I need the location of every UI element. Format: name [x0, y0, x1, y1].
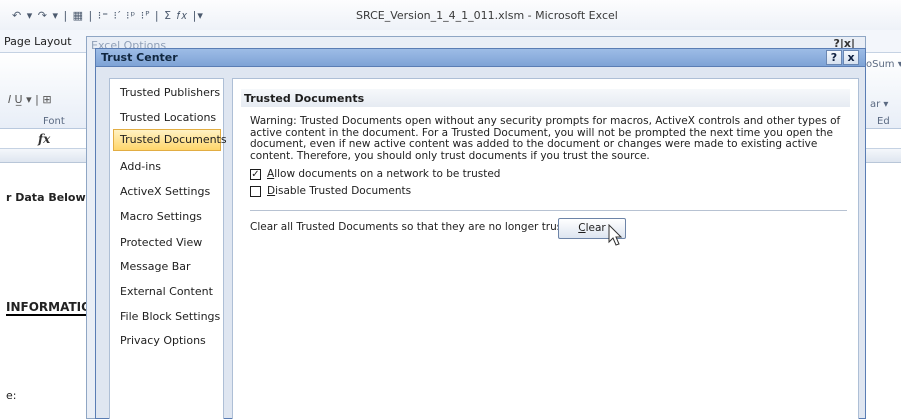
font-format-buttons[interactable]: 𝐼 U̲ ▾ | ⊞	[8, 93, 52, 107]
allow-network-label[interactable]: Allow documents on a network to be trust…	[267, 168, 500, 180]
dialog-title: Trust Center	[101, 51, 178, 64]
nav-item-protected-view[interactable]: Protected View	[113, 232, 221, 254]
nav-item-privacy-options[interactable]: Privacy Options	[113, 330, 221, 352]
disable-trusted-checkbox[interactable]	[250, 186, 261, 197]
trust-center-nav: Trusted Publishers Trusted Locations Tru…	[109, 78, 227, 419]
nav-item-message-bar[interactable]: Message Bar	[113, 256, 221, 278]
nav-item-trusted-documents[interactable]: Trusted Documents	[113, 129, 227, 151]
help-button[interactable]: ?	[826, 50, 842, 65]
font-group-label: Font	[43, 116, 65, 127]
insert-function-icon[interactable]: fx	[38, 132, 50, 146]
nav-item-macro-settings[interactable]: Macro Settings	[113, 206, 221, 228]
tab-page-layout[interactable]: Page Layout	[4, 35, 72, 48]
close-button[interactable]: x	[843, 50, 859, 65]
nav-item-trusted-publishers[interactable]: Trusted Publishers	[113, 82, 221, 104]
clear-description: Clear all Trusted Documents so that they…	[250, 221, 580, 233]
nav-item-activex-settings[interactable]: ActiveX Settings	[113, 181, 221, 203]
quick-access-toolbar[interactable]: ↶ ▾ ↷ ▾ | ▦ | ⁝⁼ ⁝′ ⁝ᵖ ⁝ᴾ | Σ 𝑓𝑥 |▾	[12, 9, 204, 23]
mouse-pointer-icon	[608, 224, 623, 246]
warning-text: Warning: Trusted Documents open without …	[250, 115, 841, 162]
editing-group-label: Ed	[877, 116, 890, 127]
nav-item-trusted-locations[interactable]: Trusted Locations	[113, 107, 221, 129]
disable-trusted-label[interactable]: Disable Trusted Documents	[267, 185, 411, 197]
nav-item-add-ins[interactable]: Add-ins	[113, 156, 221, 178]
cell-information: INFORMATIO	[6, 300, 92, 316]
excel-title-bar: ↶ ▾ ↷ ▾ | ▦ | ⁝⁼ ⁝′ ⁝ᵖ ⁝ᴾ | Σ 𝑓𝑥 |▾ SRCE…	[0, 0, 901, 30]
allow-network-checkbox[interactable]: ✓	[250, 169, 261, 180]
nav-item-external-content[interactable]: External Content	[113, 281, 221, 303]
nav-item-file-block-settings[interactable]: File Block Settings	[113, 306, 221, 328]
section-header: Trusted Documents	[241, 89, 850, 107]
clear-dropdown[interactable]: ar ▾	[870, 99, 888, 110]
trust-center-title-bar[interactable]: Trust Center ? x	[96, 49, 865, 67]
cell-e: e:	[6, 389, 17, 402]
trust-center-content: Trusted Documents Warning: Trusted Docum…	[232, 78, 859, 419]
autosum-button[interactable]: oSum ▾	[866, 59, 901, 70]
divider	[250, 210, 847, 211]
window-title: SRCE_Version_1_4_1_011.xlsm - Microsoft …	[356, 9, 618, 22]
trust-center-dialog: Trust Center ? x Trusted Publishers Trus…	[95, 48, 866, 419]
